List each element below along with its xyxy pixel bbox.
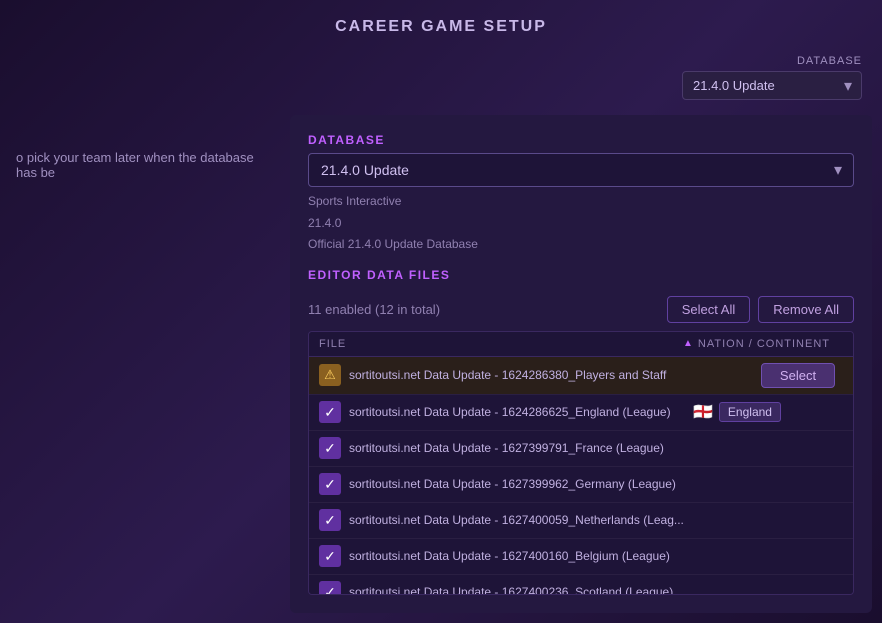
- row-filename: sortitoutsi.net Data Update - 1627399791…: [349, 441, 843, 455]
- row-filename: sortitoutsi.net Data Update - 1627400059…: [349, 513, 843, 527]
- flag-icon: 🏴󠁧󠁢󠁥󠁮󠁧󠁿: [693, 402, 713, 422]
- file-table: FILE ▲ NATION / CONTINENT ⚠ sortitoutsi.…: [308, 331, 854, 595]
- checkmark-icon: ✓: [324, 477, 336, 491]
- nation-label: England: [719, 402, 781, 422]
- table-body[interactable]: ⚠ sortitoutsi.net Data Update - 16242863…: [309, 357, 853, 594]
- warning-icon: ⚠: [324, 367, 336, 383]
- row-filename: sortitoutsi.net Data Update - 1624286380…: [349, 368, 753, 382]
- top-db-select[interactable]: 21.4.0 Update: [682, 71, 862, 100]
- db-section: DATABASE 21.4.0 Update Sports Interactiv…: [308, 133, 854, 256]
- checkbox[interactable]: ✓: [319, 545, 341, 567]
- table-row[interactable]: ✓ sortitoutsi.net Data Update - 16273999…: [309, 467, 853, 503]
- table-row[interactable]: ⚠ sortitoutsi.net Data Update - 16242863…: [309, 357, 853, 395]
- select-btn-cell: Select: [753, 363, 843, 388]
- row-filename: sortitoutsi.net Data Update - 1624286625…: [349, 405, 693, 419]
- editor-top: 11 enabled (12 in total) Select All Remo…: [308, 296, 854, 323]
- checkbox[interactable]: ✓: [319, 581, 341, 594]
- checkbox[interactable]: ✓: [319, 509, 341, 531]
- table-header: FILE ▲ NATION / CONTINENT: [309, 332, 853, 357]
- db-section-label: DATABASE: [308, 133, 854, 147]
- btn-row: Select All Remove All: [667, 296, 854, 323]
- checkmark-icon: ✓: [324, 441, 336, 455]
- editor-section-label: EDITOR DATA FILES: [308, 268, 854, 282]
- col-nation-header: ▲ NATION / CONTINENT: [683, 338, 843, 350]
- select-button[interactable]: Select: [761, 363, 835, 388]
- checkmark-icon: ✓: [324, 585, 336, 594]
- page-title: CAREER GAME SETUP: [0, 18, 882, 36]
- checkbox[interactable]: ✓: [319, 473, 341, 495]
- row-filename: sortitoutsi.net Data Update - 1627399962…: [349, 477, 843, 491]
- col-nation-label: NATION / CONTINENT: [698, 338, 830, 350]
- editor-section: EDITOR DATA FILES 11 enabled (12 in tota…: [308, 268, 854, 595]
- top-db-wrapper: 21.4.0 Update: [682, 71, 862, 100]
- db-dropdown[interactable]: 21.4.0 Update: [308, 153, 854, 187]
- db-info-line1: Sports Interactive: [308, 191, 854, 213]
- enabled-count: 11 enabled (12 in total): [308, 302, 440, 317]
- checkmark-icon: ✓: [324, 513, 336, 527]
- db-dropdown-wrapper: 21.4.0 Update: [308, 153, 854, 187]
- checkmark-icon: ✓: [324, 549, 336, 563]
- db-info: Sports Interactive 21.4.0 Official 21.4.…: [308, 191, 854, 256]
- table-row[interactable]: ✓ sortitoutsi.net Data Update - 16273997…: [309, 431, 853, 467]
- hint-text: o pick your team later when the database…: [0, 150, 290, 180]
- main-panel: DATABASE 21.4.0 Update Sports Interactiv…: [290, 115, 872, 613]
- col-file-header: FILE: [319, 338, 683, 350]
- select-all-button[interactable]: Select All: [667, 296, 750, 323]
- top-db-container: DATABASE 21.4.0 Update: [682, 55, 862, 100]
- row-filename: sortitoutsi.net Data Update - 1627400160…: [349, 549, 843, 563]
- sort-arrow-icon: ▲: [683, 338, 694, 349]
- warning-icon-cell: ⚠: [319, 364, 341, 386]
- table-row[interactable]: ✓ sortitoutsi.net Data Update - 16274002…: [309, 575, 853, 594]
- table-row[interactable]: ✓ sortitoutsi.net Data Update - 16242866…: [309, 395, 853, 431]
- nation-badge: 🏴󠁧󠁢󠁥󠁮󠁧󠁿 England: [693, 402, 843, 422]
- db-info-line2: 21.4.0: [308, 213, 854, 235]
- checkbox[interactable]: ✓: [319, 437, 341, 459]
- table-row[interactable]: ✓ sortitoutsi.net Data Update - 16274000…: [309, 503, 853, 539]
- remove-all-button[interactable]: Remove All: [758, 296, 854, 323]
- db-info-line3: Official 21.4.0 Update Database: [308, 234, 854, 256]
- top-db-label: DATABASE: [797, 55, 862, 67]
- row-filename: sortitoutsi.net Data Update - 1627400236…: [349, 585, 843, 594]
- checkmark-icon: ✓: [324, 405, 336, 419]
- checkbox[interactable]: ✓: [319, 401, 341, 423]
- table-row[interactable]: ✓ sortitoutsi.net Data Update - 16274001…: [309, 539, 853, 575]
